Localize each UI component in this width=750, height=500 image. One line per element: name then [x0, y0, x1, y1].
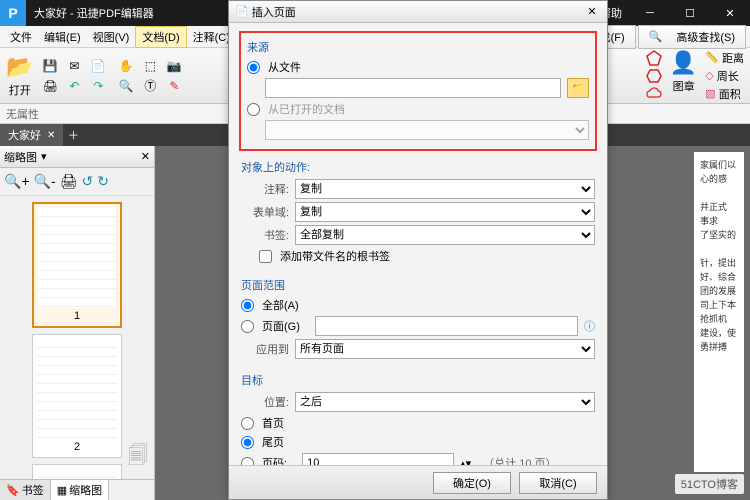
- radio-last-page[interactable]: [241, 436, 254, 449]
- open-doc-select[interactable]: [265, 120, 589, 140]
- search-icon: 🔍: [643, 28, 669, 45]
- hand-icon[interactable]: ✋: [115, 57, 137, 75]
- tool-grid-1: 💾 ✉ 📄 🖨 ↶ ↷: [39, 57, 109, 95]
- folder-icon: 📁: [571, 82, 585, 95]
- bookmark-icon: 🔖: [6, 484, 20, 497]
- menu-edit[interactable]: 编辑(E): [38, 27, 87, 47]
- chevron-down-icon[interactable]: ▾: [41, 150, 47, 163]
- folder-open-icon: 📂: [6, 54, 33, 80]
- doc-tab[interactable]: 大家好✕: [0, 124, 63, 146]
- info-icon[interactable]: ⓘ: [584, 318, 595, 334]
- camera-icon[interactable]: 📷: [163, 57, 185, 75]
- rotate-left-icon[interactable]: ↺: [81, 173, 93, 190]
- zoom-in-icon[interactable]: 🔍+: [4, 173, 30, 190]
- stamp-button[interactable]: 👤图章: [670, 50, 697, 94]
- print-icon[interactable]: 🖨: [60, 173, 78, 190]
- tool-perimeter[interactable]: ◇周长: [705, 68, 744, 84]
- grid-icon: ▦: [57, 484, 67, 497]
- pages-icon: 🗐: [128, 441, 148, 475]
- print-icon[interactable]: 🖨: [39, 77, 61, 95]
- dialog-title: 插入页面: [252, 4, 296, 20]
- close-button[interactable]: ✕: [710, 0, 750, 26]
- browse-button[interactable]: 📁: [567, 78, 589, 98]
- tool-grid-2: ✋ ⬚ 📷 🔍 Ⓣ ✎: [115, 57, 185, 95]
- ruler-icon: 📏: [705, 51, 719, 64]
- thumbnail-3[interactable]: [32, 464, 122, 479]
- mail-icon[interactable]: ✉: [63, 57, 85, 75]
- maximize-button[interactable]: ☐: [670, 0, 710, 26]
- undo-icon[interactable]: ↶: [63, 77, 85, 95]
- redo-icon[interactable]: ↷: [87, 77, 109, 95]
- prop-none: 无属性: [6, 106, 39, 122]
- cancel-button[interactable]: 取消(C): [519, 472, 597, 494]
- close-icon[interactable]: ✕: [141, 150, 150, 163]
- apply-to-select[interactable]: 所有页面: [295, 339, 595, 359]
- annot-action-select[interactable]: 复制: [295, 179, 595, 199]
- watermark: 51CTO博客: [675, 474, 744, 494]
- dialog-close-button[interactable]: ✕: [583, 5, 601, 18]
- group-source: 来源: [247, 39, 589, 55]
- group-object-action: 对象上的动作:: [241, 159, 595, 175]
- insert-page-dialog: 📄 插入页面✕ 来源 从文件 📁 从已打开的文档 对象上的动作: 注释:复制 表…: [228, 0, 608, 500]
- select-icon[interactable]: ⬚: [139, 57, 161, 75]
- menu-view[interactable]: 视图(V): [87, 27, 136, 47]
- menu-file[interactable]: 文件: [4, 27, 38, 47]
- bookmark-action-select[interactable]: 全部复制: [295, 225, 595, 245]
- page-range-input[interactable]: [315, 316, 578, 336]
- menu-document[interactable]: 文档(D): [135, 26, 186, 48]
- page-icon: 📄: [235, 5, 249, 18]
- group-destination: 目标: [241, 372, 595, 388]
- thumbnail-2[interactable]: 2: [32, 334, 122, 458]
- tab-bookmarks[interactable]: 🔖书签: [0, 480, 51, 500]
- group-page-range: 页面范围: [241, 277, 595, 293]
- tab-thumbnails[interactable]: ▦缩略图: [51, 480, 109, 500]
- app-logo: P: [0, 0, 26, 26]
- page-preview: 家属们以 心的感 并正式 事求 了坚实的 针，提出 好、综合 团的发展 司上下本…: [694, 152, 744, 472]
- tool-distance[interactable]: 📏距离: [705, 50, 744, 66]
- zoom-out-icon[interactable]: 🔍-: [34, 173, 56, 190]
- adv-find-button[interactable]: 🔍高级查找(S): [638, 25, 746, 49]
- close-icon[interactable]: ✕: [47, 130, 55, 141]
- area-icon: ▧: [705, 87, 715, 100]
- shape-pentagon[interactable]: [646, 50, 662, 66]
- shape-hexagon[interactable]: [646, 68, 662, 84]
- rotate-right-icon[interactable]: ↻: [97, 173, 109, 190]
- radio-from-file[interactable]: [247, 61, 260, 74]
- form-action-select[interactable]: 复制: [295, 202, 595, 222]
- perimeter-icon: ◇: [705, 69, 713, 82]
- panel-title: 缩略图: [4, 149, 37, 165]
- tab-add[interactable]: ＋: [63, 127, 83, 143]
- minimize-button[interactable]: ─: [630, 0, 670, 26]
- radio-first-page[interactable]: [241, 417, 254, 430]
- radio-from-open[interactable]: [247, 103, 260, 116]
- add-root-bookmark-checkbox[interactable]: [259, 250, 272, 263]
- source-highlight: 来源 从文件 📁 从已打开的文档: [239, 31, 597, 151]
- radio-pages[interactable]: [241, 320, 254, 333]
- save-icon[interactable]: 💾: [39, 57, 61, 75]
- open-button[interactable]: 📂打开: [6, 54, 33, 98]
- person-icon: 👤: [670, 50, 697, 76]
- tool-area[interactable]: ▧面积: [705, 86, 744, 102]
- ok-button[interactable]: 确定(O): [433, 472, 511, 494]
- edit-icon[interactable]: ✎: [163, 77, 185, 95]
- export-icon[interactable]: 📄: [87, 57, 109, 75]
- zoom-icon[interactable]: 🔍: [115, 77, 137, 95]
- file-path-input[interactable]: [265, 78, 561, 98]
- thumbnail-1[interactable]: 1: [32, 202, 122, 328]
- shape-cloud[interactable]: [646, 86, 662, 102]
- text-icon[interactable]: Ⓣ: [139, 77, 161, 95]
- thumbnail-panel: 缩略图 ▾ ✕ 🔍+ 🔍- 🖨 ↺ ↻ 1 2 🗐 🔖书签 ▦缩略图: [0, 146, 155, 500]
- radio-all-pages[interactable]: [241, 299, 254, 312]
- position-select[interactable]: 之后: [295, 392, 595, 412]
